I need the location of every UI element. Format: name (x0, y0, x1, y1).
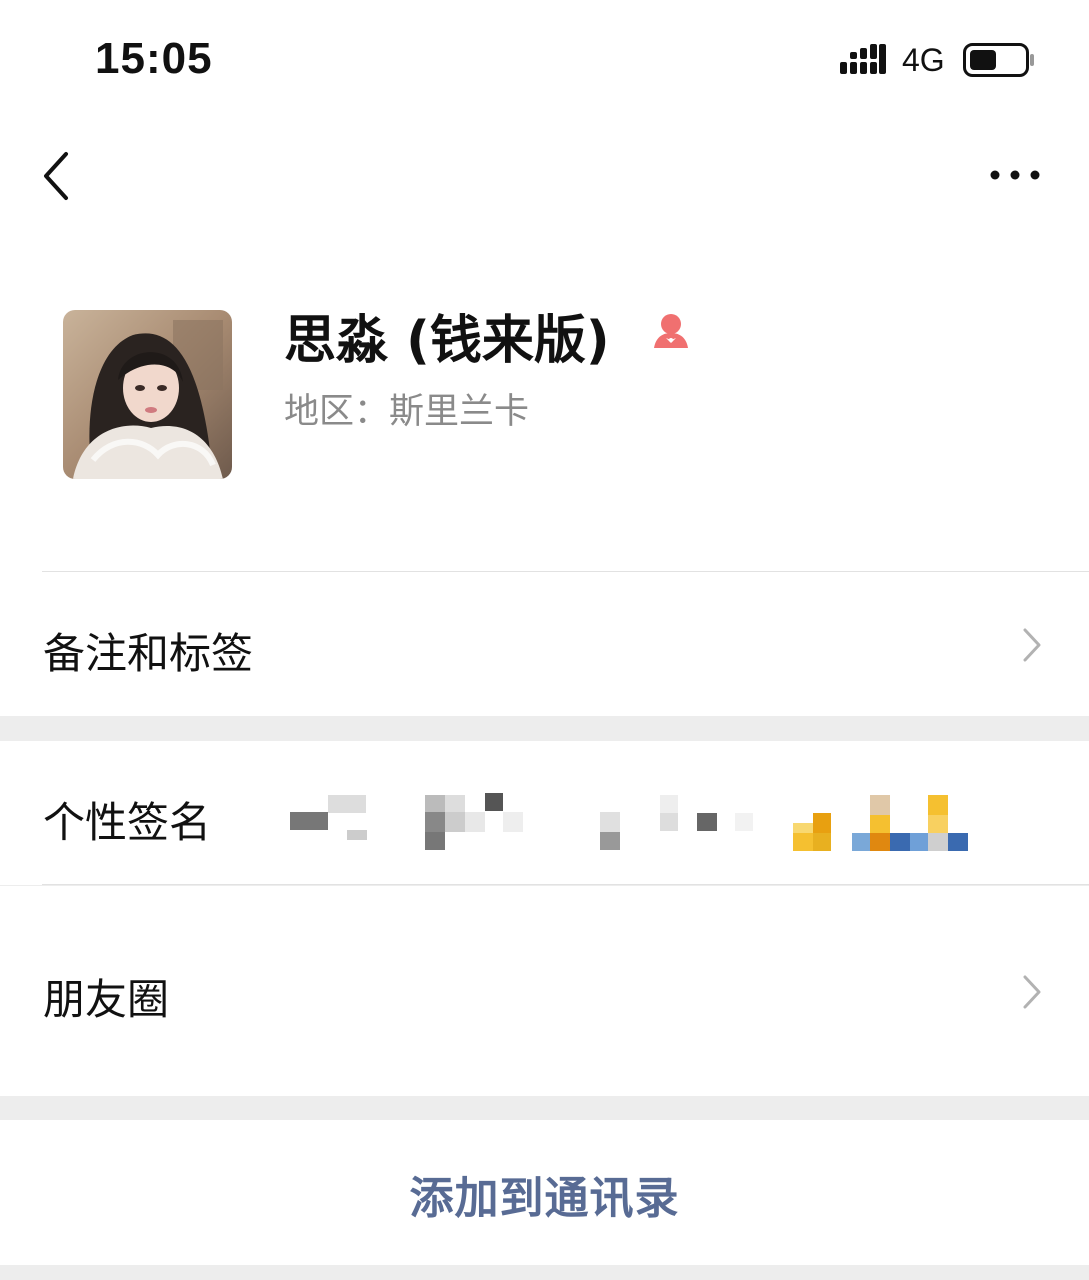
network-type: 4G (902, 42, 945, 78)
status-time: 15:05 (95, 34, 213, 83)
chevron-right-icon (1023, 975, 1041, 1009)
add-to-contacts-label: 添加到通讯录 (409, 1173, 680, 1224)
more-options-icon[interactable] (985, 160, 1045, 190)
status-bar: 15:05 4G (0, 0, 1089, 120)
back-arrow-icon[interactable] (38, 148, 78, 204)
signature-label: 个性签名 (43, 798, 212, 847)
battery-icon (963, 43, 1034, 77)
profile-name: 思淼 (钱来版) (284, 311, 610, 371)
moments-row[interactable]: 朋友圈 (0, 886, 1089, 1096)
chevron-right-icon (1023, 628, 1041, 662)
navigation-bar (0, 120, 1089, 240)
remarks-tags-label: 备注和标签 (43, 629, 254, 678)
female-icon (654, 314, 688, 348)
moments-label: 朋友圈 (43, 975, 170, 1024)
add-to-contacts-button[interactable]: 添加到通讯录 (0, 1120, 1089, 1265)
profile-header: 思淼 (钱来版) 地区：斯里兰卡 (0, 240, 1089, 572)
pixelated-signature (290, 793, 968, 851)
signal-strength-icon (840, 44, 886, 74)
profile-region: 地区：斯里兰卡 (284, 392, 530, 432)
avatar[interactable] (63, 310, 232, 479)
remarks-tags-row[interactable]: 备注和标签 (0, 572, 1089, 716)
divider (42, 884, 1089, 885)
